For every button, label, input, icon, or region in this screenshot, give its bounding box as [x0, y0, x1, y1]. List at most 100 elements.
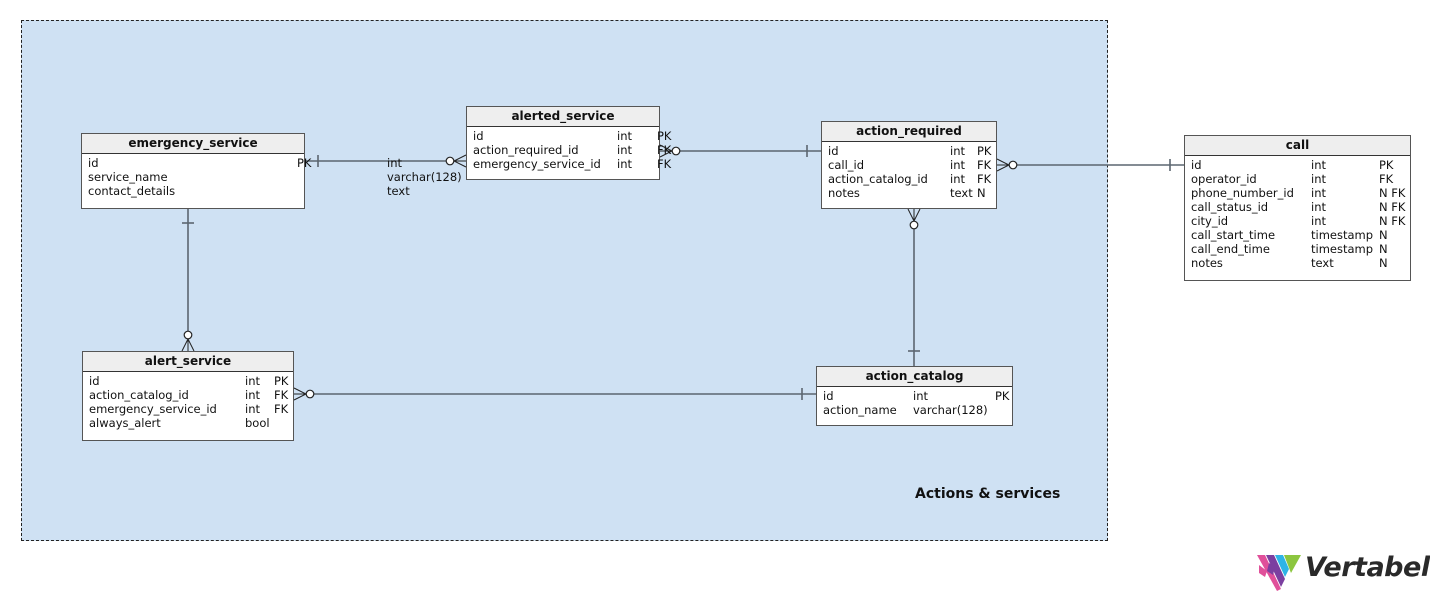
column-name: id — [823, 389, 834, 403]
column-name: id — [89, 374, 100, 388]
column-row[interactable]: emergency_service_id int FK — [83, 402, 293, 416]
column-row[interactable]: service_name varchar(128) — [82, 170, 462, 184]
column-name: call_start_time — [1191, 228, 1276, 242]
column-row[interactable]: call_start_time timestamp N — [1185, 228, 1410, 242]
column-name: id — [473, 129, 484, 143]
column-type: int — [387, 156, 402, 170]
table-call[interactable]: call id int PK operator_id int FK phone_number_… — [1184, 135, 1411, 281]
column-flags: FK — [657, 157, 672, 171]
column-type: varchar(128) — [913, 403, 988, 417]
column-list: id int PK action_required_id int FK emergency_… — [467, 127, 671, 183]
table-name: emergency_service — [82, 134, 304, 154]
column-name: call_end_time — [1191, 242, 1270, 256]
column-list: id int PK action_catalog_id int FK emergency_s… — [83, 372, 293, 442]
column-row[interactable]: id int PK — [817, 389, 1012, 403]
crow-foot-icon — [452, 154, 467, 168]
column-name: always_alert — [89, 416, 161, 430]
column-flags: N — [1379, 256, 1388, 270]
column-type: int — [950, 144, 965, 158]
column-row[interactable]: id int PK — [822, 144, 996, 158]
crow-foot-icon — [181, 337, 195, 352]
column-row[interactable]: call_end_time timestamp N — [1185, 242, 1410, 256]
column-type: int — [1311, 172, 1326, 186]
column-row[interactable]: action_catalog_id int FK — [83, 388, 293, 402]
table-action-required[interactable]: action_required id int PK call_id int FK action… — [821, 121, 997, 209]
table-action-catalog[interactable]: action_catalog id int PK action_name varchar(… — [816, 366, 1013, 426]
column-name: action_catalog_id — [89, 388, 189, 402]
vertabelo-logo-text: Vertabelo — [1305, 552, 1430, 583]
column-name: contact_details — [88, 184, 176, 198]
column-row[interactable]: action_name varchar(128) — [817, 403, 1012, 417]
column-type: int — [245, 374, 260, 388]
column-row[interactable]: city_id int N FK — [1185, 214, 1410, 228]
crow-foot-icon — [293, 387, 308, 401]
column-name: call_id — [828, 158, 865, 172]
table-name: call — [1185, 136, 1410, 156]
column-row[interactable]: emergency_service_id int FK — [467, 157, 671, 171]
column-row[interactable]: id int PK — [467, 129, 671, 143]
column-row[interactable]: notes text N — [822, 186, 996, 200]
vertabelo-logo: Vertabelo — [1255, 549, 1430, 593]
zero-cardinality-circle — [445, 156, 455, 166]
column-flags: FK — [274, 402, 289, 416]
column-row[interactable]: always_alert bool — [83, 416, 293, 430]
column-name: phone_number_id — [1191, 186, 1294, 200]
column-row[interactable]: id int PK — [82, 156, 402, 170]
column-list: id int PK service_name varchar(128) contact_d… — [82, 154, 462, 210]
column-list: id int PK action_name varchar(128) — [817, 387, 1012, 429]
column-name: city_id — [1191, 214, 1229, 228]
column-row[interactable]: phone_number_id int N FK — [1185, 186, 1410, 200]
column-flags: FK — [977, 172, 992, 186]
column-flags: N FK — [1379, 186, 1406, 200]
column-row[interactable]: action_required_id int FK — [467, 143, 671, 157]
column-type: int — [617, 157, 632, 171]
column-name: operator_id — [1191, 172, 1257, 186]
column-type: text — [950, 186, 973, 200]
column-flags: PK — [995, 389, 1010, 403]
column-type: int — [1311, 200, 1326, 214]
vertabelo-logo-icon — [1257, 555, 1301, 591]
column-flags: PK — [1379, 158, 1394, 172]
column-type: int — [913, 389, 928, 403]
column-flags: N — [1379, 242, 1388, 256]
column-type: int — [1311, 186, 1326, 200]
table-alerted-service[interactable]: alerted_service id int PK action_required_id… — [466, 106, 671, 183]
column-flags: PK — [977, 144, 992, 158]
column-row[interactable]: call_status_id int N FK — [1185, 200, 1410, 214]
column-type: bool — [245, 416, 270, 430]
column-type: int — [617, 143, 632, 157]
column-type: int — [617, 129, 632, 143]
column-type: varchar(128) — [387, 170, 462, 184]
column-name: emergency_service_id — [473, 157, 601, 171]
column-row[interactable]: notes text N — [1185, 256, 1410, 270]
column-flags: PK — [297, 156, 312, 170]
column-row[interactable]: contact_details text — [82, 184, 410, 198]
table-alert-service[interactable]: alert_service id int PK action_catalog_id int… — [82, 351, 294, 441]
column-flags: N — [1379, 228, 1388, 242]
column-type: text — [1311, 256, 1334, 270]
table-name: alert_service — [83, 352, 293, 372]
column-row[interactable]: action_catalog_id int FK — [822, 172, 996, 186]
column-type: int — [950, 172, 965, 186]
relationship-lines — [181, 144, 1184, 401]
column-name: action_name — [823, 403, 897, 417]
column-name: notes — [828, 186, 860, 200]
column-row[interactable]: operator_id int FK — [1185, 172, 1410, 186]
column-row[interactable]: call_id int FK — [822, 158, 996, 172]
column-flags: N — [977, 186, 986, 200]
crow-foot-icon — [996, 158, 1011, 172]
column-name: service_name — [88, 170, 168, 184]
column-type: text — [387, 184, 410, 198]
column-row[interactable]: id int PK — [1185, 158, 1410, 172]
column-name: call_status_id — [1191, 200, 1269, 214]
zero-cardinality-circle — [1008, 160, 1018, 170]
column-flags: PK — [657, 129, 672, 143]
zero-cardinality-circle — [671, 146, 681, 156]
column-type: int — [1311, 158, 1326, 172]
column-row[interactable]: id int PK — [83, 374, 293, 388]
column-type: int — [950, 158, 965, 172]
table-name: action_required — [822, 122, 996, 142]
diagram-canvas: Actions & services emergency_service id in… — [0, 0, 1430, 601]
table-emergency-service[interactable]: emergency_service id int PK service_name varc… — [81, 133, 462, 210]
column-flags: FK — [274, 388, 289, 402]
